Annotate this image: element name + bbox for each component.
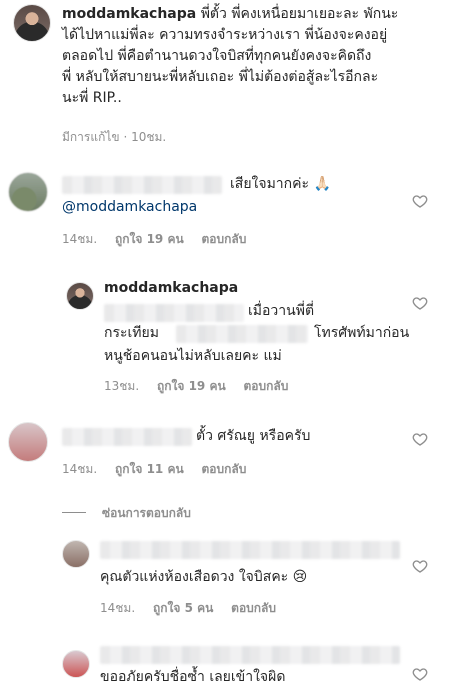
reply-text-2a: กระเทียม	[104, 325, 159, 341]
comment-1-mention[interactable]: @moddamkachapa	[62, 197, 197, 218]
like-heart-icon[interactable]	[412, 431, 428, 447]
replies-divider	[62, 512, 86, 513]
commenter-avatar[interactable]	[8, 172, 48, 212]
comment-1-reply-button[interactable]: ตอบกลับ	[202, 232, 247, 246]
like-heart-icon[interactable]	[412, 666, 428, 682]
comment-1-time: 14ชม.	[62, 232, 98, 246]
reply-text-3: หนูช้อคนอนไม่หลับเลยคะ แม่	[104, 348, 282, 364]
comment-1-text: เสียใจมากค่ะ 🙏🏻	[230, 176, 331, 192]
reply-text-1: เมื่อวานพี่ตี่	[248, 303, 315, 319]
comment-2-likes[interactable]: ถูกใจ 11 คน	[115, 462, 184, 476]
post-meta: มีการแก้ไข · 10ชม.	[62, 128, 166, 147]
redacted-username	[100, 541, 400, 559]
caption-line-4: พี่ หลับให้สบายนะพี่หลับเถอะ พี่ไม่ต้องต…	[62, 69, 379, 85]
like-heart-icon[interactable]	[412, 558, 428, 574]
reply-time: 13ชม.	[104, 379, 140, 393]
caption-line-5: นะพี่ RIP..	[62, 90, 122, 106]
redacted-username	[62, 176, 222, 194]
commenter-avatar[interactable]	[8, 422, 48, 462]
reply-author-username[interactable]: moddamkachapa	[104, 280, 238, 296]
reply-text-2b: โทรศัพท์มาก่อน	[314, 325, 410, 341]
reply-author-avatar[interactable]	[66, 282, 94, 310]
post-author-username[interactable]: moddamkachapa	[62, 6, 196, 22]
reply-author-avatar[interactable]	[62, 540, 90, 568]
comment-2-time: 14ชม.	[62, 462, 98, 476]
like-heart-icon[interactable]	[412, 295, 428, 311]
like-heart-icon[interactable]	[412, 193, 428, 209]
comment-2-text: ตั้ว ศรัณยู หรือครับ	[196, 428, 311, 444]
edited-label: มีการแก้ไข	[62, 130, 120, 144]
meta-dot: ·	[123, 130, 128, 144]
reply-2-reply-button[interactable]: ตอบกลับ	[231, 601, 276, 615]
caption-line-2: ได้ไปหาแม่พี่ละ ความทรงจำระหว่างเรา พี่น…	[62, 27, 388, 43]
comment-1-likes[interactable]: ถูกใจ 19 คน	[115, 232, 184, 246]
reply-author-avatar[interactable]	[62, 650, 90, 678]
caption-line-1: พี่ตั้ว พี่คงเหนื่อยมาเยอะละ พักนะ	[200, 6, 399, 22]
comment-2-reply-button[interactable]: ตอบกลับ	[202, 462, 247, 476]
reply-likes[interactable]: ถูกใจ 19 คน	[157, 379, 226, 393]
hide-replies-button[interactable]: ซ่อนการตอบกลับ	[102, 504, 191, 523]
reply-2-text: คุณตัวแห่งห้องเสือดวง ใจบิสคะ 😢	[100, 569, 308, 585]
redacted-text	[176, 325, 308, 343]
reply-3-text: ขออภัยครับชื่อซ้ำ เลยเข้าใจผิด	[100, 669, 286, 685]
comment-1-meta: 14ชม. ถูกใจ 19 คน ตอบกลับ	[62, 230, 246, 249]
comment-2-meta: 14ชม. ถูกใจ 11 คน ตอบกลับ	[62, 460, 246, 479]
reply-2-likes[interactable]: ถูกใจ 5 คน	[153, 601, 213, 615]
caption-line-3: ตลอดไป พี่คือตำนานดวงใจบิสที่ทุกคนยังคงจ…	[62, 48, 372, 64]
post-time: 10ชม.	[131, 130, 167, 144]
post-caption: moddamkachapa พี่ตั้ว พี่คงเหนื่อยมาเยอะ…	[62, 4, 446, 109]
reply-reply-button[interactable]: ตอบกลับ	[244, 379, 289, 393]
reply-2-time: 14ชม.	[100, 601, 136, 615]
reply-meta: 13ชม. ถูกใจ 19 คน ตอบกลับ	[104, 377, 288, 396]
reply-2-meta: 14ชม. ถูกใจ 5 คน ตอบกลับ	[100, 599, 276, 618]
post-author-avatar[interactable]	[13, 4, 51, 42]
redacted-text	[104, 304, 244, 322]
redacted-username	[100, 646, 400, 664]
redacted-username	[62, 428, 192, 446]
